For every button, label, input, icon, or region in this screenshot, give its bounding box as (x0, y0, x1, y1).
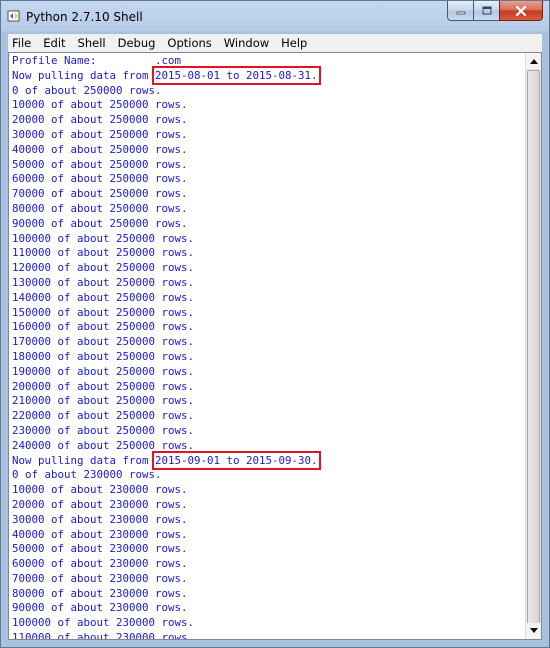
shell-line: 20000 of about 230000 rows. (12, 497, 188, 511)
shell-line: 130000 of about 250000 rows. (12, 275, 195, 289)
title-bar[interactable]: Python 2.7.10 Shell (1, 1, 549, 33)
menu-shell[interactable]: Shell (72, 36, 112, 50)
maximize-button[interactable] (473, 1, 499, 21)
scroll-up-button[interactable] (526, 53, 541, 69)
menu-bar: File Edit Shell Debug Options Window Help (8, 34, 542, 52)
shell-line: 30000 of about 250000 rows. (12, 127, 188, 141)
highlighted-date-range: 2015-08-01 to 2015-08-31. (152, 65, 321, 85)
shell-line: 50000 of about 250000 rows. (12, 157, 188, 171)
shell-text-area[interactable]: Profile Name: .com Now pulling data from … (12, 54, 524, 639)
shell-line: 170000 of about 250000 rows. (12, 335, 195, 349)
menu-debug[interactable]: Debug (112, 36, 162, 50)
shell-line: 50000 of about 230000 rows. (12, 542, 188, 556)
shell-line: 150000 of about 250000 rows. (12, 305, 195, 319)
scroll-down-button[interactable] (526, 623, 541, 639)
shell-line: Profile Name: .com (12, 54, 182, 67)
shell-line: 220000 of about 250000 rows. (12, 409, 195, 423)
close-button[interactable] (499, 1, 543, 21)
close-icon (515, 5, 527, 16)
shell-line: 40000 of about 250000 rows. (12, 142, 188, 156)
shell-line: 190000 of about 250000 rows. (12, 364, 195, 378)
shell-line: 100000 of about 230000 rows. (12, 616, 195, 630)
shell-line: 230000 of about 250000 rows. (12, 423, 195, 437)
scroll-up-arrow-icon (529, 59, 538, 64)
shell-line: 10000 of about 250000 rows. (12, 98, 188, 112)
menu-window[interactable]: Window (218, 36, 275, 50)
python-idle-icon (7, 10, 20, 22)
shell-line: 200000 of about 250000 rows. (12, 379, 195, 393)
shell-line: 80000 of about 250000 rows. (12, 201, 188, 215)
caption-buttons (447, 1, 543, 22)
shell-line: 180000 of about 250000 rows. (12, 349, 195, 363)
shell-line: 30000 of about 230000 rows. (12, 512, 188, 526)
shell-line: 100000 of about 250000 rows. (12, 231, 195, 245)
shell-line-prefix: Now pulling data from (12, 453, 156, 467)
shell-line: 0 of about 250000 rows. (12, 83, 162, 97)
shell-line: 70000 of about 230000 rows. (12, 571, 188, 585)
shell-line: 90000 of about 250000 rows. (12, 216, 188, 230)
scroll-thumb[interactable] (527, 70, 540, 636)
shell-line: Now pulling data from 2015-08-01 to 2015… (12, 65, 524, 85)
shell-line: 90000 of about 230000 rows. (12, 601, 188, 615)
menu-file[interactable]: File (8, 36, 37, 50)
shell-line: Now pulling data from 2015-09-01 to 2015… (12, 450, 524, 470)
shell-line: 110000 of about 250000 rows. (12, 246, 195, 260)
menu-options[interactable]: Options (161, 36, 217, 50)
shell-line: 10000 of about 230000 rows. (12, 483, 188, 497)
vertical-scrollbar[interactable] (525, 53, 541, 639)
minimize-button[interactable] (447, 1, 473, 21)
shell-line: 40000 of about 230000 rows. (12, 527, 188, 541)
highlighted-date-range: 2015-09-01 to 2015-09-30. (152, 450, 321, 470)
shell-line: 80000 of about 230000 rows. (12, 586, 188, 600)
minimize-icon (456, 11, 465, 14)
shell-line: 110000 of about 230000 rows. (12, 631, 195, 639)
shell-line: 60000 of about 230000 rows. (12, 557, 188, 571)
shell-line: 20000 of about 250000 rows. (12, 113, 188, 127)
shell-line: 210000 of about 250000 rows. (12, 394, 195, 408)
scroll-down-arrow-icon (529, 628, 538, 633)
menu-help[interactable]: Help (275, 36, 313, 50)
shell-line: 140000 of about 250000 rows. (12, 290, 195, 304)
shell-line: 70000 of about 250000 rows. (12, 187, 188, 201)
shell-line: 160000 of about 250000 rows. (12, 320, 195, 334)
maximize-icon (482, 6, 491, 14)
python-shell-window: Python 2.7.10 Shell File Edit Shell Debug Op… (0, 0, 550, 648)
menu-edit[interactable]: Edit (37, 36, 71, 50)
shell-line: 240000 of about 250000 rows. (12, 438, 195, 452)
shell-line: 60000 of about 250000 rows. (12, 172, 188, 186)
shell-output[interactable]: Profile Name: .com Now pulling data from … (8, 52, 542, 640)
shell-line: 0 of about 230000 rows. (12, 468, 162, 482)
window-title: Python 2.7.10 Shell (26, 10, 143, 24)
shell-line-prefix: Now pulling data from (12, 68, 156, 82)
shell-line: 120000 of about 250000 rows. (12, 261, 195, 275)
